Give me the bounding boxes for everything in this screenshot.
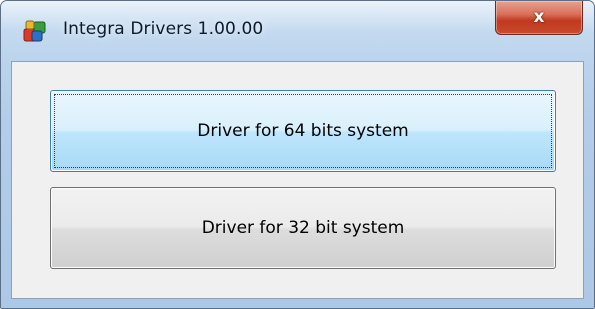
- app-icon: [23, 20, 46, 42]
- driver-64-button[interactable]: Driver for 64 bits system: [50, 90, 556, 172]
- close-button[interactable]: x: [495, 1, 583, 35]
- dialog-body: Driver for 64 bits system Driver for 32 …: [11, 61, 584, 299]
- driver-32-button[interactable]: Driver for 32 bit system: [50, 187, 556, 269]
- dialog-window: Integra Drivers 1.00.00 x Driver for 64 …: [0, 0, 595, 309]
- driver-64-button-label: Driver for 64 bits system: [197, 121, 409, 141]
- close-icon: x: [533, 6, 545, 27]
- driver-32-button-label: Driver for 32 bit system: [201, 218, 405, 238]
- window-title: Integra Drivers 1.00.00: [63, 19, 264, 39]
